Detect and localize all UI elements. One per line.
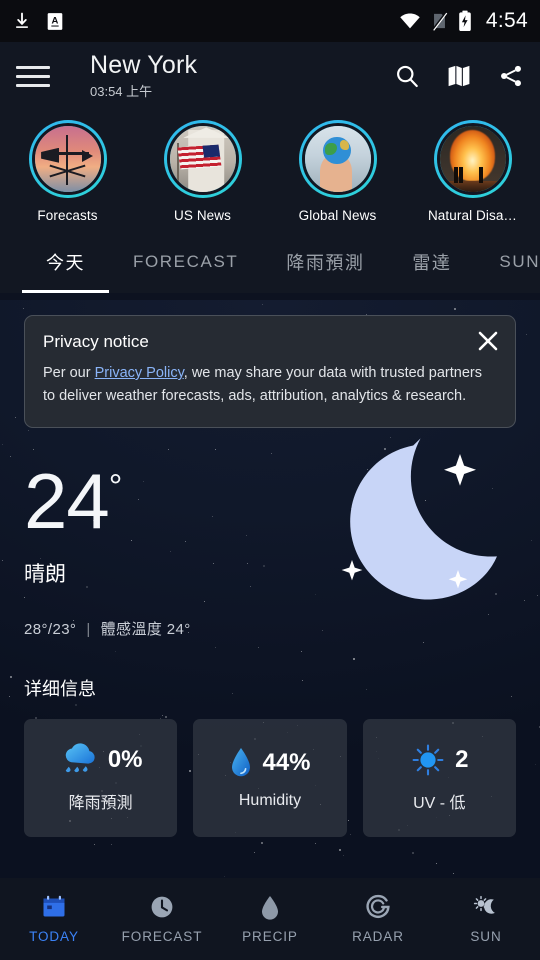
story-label: Forecasts (37, 208, 98, 223)
story-thumbnail (301, 123, 374, 195)
nav-label: TODAY (29, 929, 79, 944)
nav-item-today[interactable]: TODAY (0, 894, 108, 944)
status-bar-clock: 4:54 (485, 9, 528, 32)
close-icon[interactable] (475, 328, 501, 354)
detail-cards-row: 0% 降雨預測 44% Humidity 2 UV - 低 (24, 718, 516, 837)
weather-app-screen: A 4:54 New York 03:54 上午 Forecasts US Ne… (0, 0, 540, 960)
svg-text:A: A (52, 15, 59, 26)
privacy-notice-card: Privacy notice Per our Privacy Policy, w… (24, 315, 516, 428)
story-ring (298, 120, 377, 198)
nav-label: FORECAST (121, 929, 203, 944)
status-bar-left: A (12, 11, 64, 31)
weather-vane-sunset-image (34, 126, 101, 192)
current-temperature: 24 (24, 456, 110, 545)
story-ring (28, 120, 107, 198)
keyboard-indicator-icon: A (47, 12, 63, 30)
tab-strip: 今天 FORECAST 降雨預測 雷達 SUN (0, 231, 540, 293)
detail-card-precipitation[interactable]: 0% 降雨預測 (24, 718, 178, 837)
detail-card-uv[interactable]: 2 UV - 低 (362, 718, 516, 837)
story-label: Natural Disa… (427, 208, 518, 223)
rain-cloud-icon (65, 743, 95, 772)
feels-like: 體感溫度 24° (100, 620, 191, 638)
story-ring (163, 120, 242, 198)
high-low-temps: 28°/23° (24, 620, 77, 638)
uv-value: 2 (455, 745, 469, 773)
story-thumbnail (166, 123, 239, 195)
story-item-natural-disasters[interactable]: Natural Disa… (405, 120, 540, 223)
privacy-notice-title: Privacy notice (43, 332, 149, 351)
tab-precip[interactable]: 降雨預測 (262, 231, 388, 293)
nav-label: RADAR (352, 929, 404, 944)
humidity-value: 44% (262, 748, 311, 776)
hamburger-menu-icon[interactable] (16, 59, 50, 93)
calendar-icon (43, 895, 65, 917)
share-icon[interactable] (498, 63, 524, 89)
local-time: 03:54 上午 (90, 84, 153, 100)
precip-label: 降雨預測 (68, 794, 133, 812)
degree-symbol: ° (108, 467, 123, 506)
us-flag-building-image (169, 126, 236, 192)
search-icon[interactable] (394, 63, 420, 89)
story-item-global-news[interactable]: Global News (270, 120, 405, 223)
nav-label: PRECIP (242, 929, 298, 944)
wifi-icon (400, 13, 420, 29)
story-thumbnail (31, 123, 104, 195)
detail-card-humidity[interactable]: 44% Humidity (193, 718, 347, 837)
tab-sun[interactable]: SUN (475, 231, 540, 293)
nav-label: SUN (470, 929, 502, 944)
detail-card-top: 44% (229, 746, 311, 780)
bottom-navigation: TODAY FORECAST PRECIP RADAR SUN (0, 878, 540, 960)
crescent-moon-stars-icon (312, 428, 502, 608)
radar-icon (366, 894, 390, 919)
current-conditions: 24 ° 晴朗 28°/23° | 體感溫度 24° (0, 428, 540, 639)
story-item-us-news[interactable]: US News (135, 120, 270, 223)
moon-sun-icon (473, 895, 495, 914)
detail-card-top: 0% (59, 743, 143, 777)
no-sim-icon (432, 11, 448, 31)
status-bar-right: 4:54 (399, 9, 528, 33)
tab-radar[interactable]: 雷達 (388, 231, 475, 293)
tab-today[interactable]: 今天 (22, 231, 109, 293)
nav-item-forecast[interactable]: FORECAST (108, 894, 216, 944)
location-title-block[interactable]: New York 03:54 上午 (90, 52, 197, 100)
main-content: Privacy notice Per our Privacy Policy, w… (0, 315, 540, 837)
app-bar-actions (394, 63, 524, 89)
story-item-forecasts[interactable]: Forecasts (0, 120, 135, 223)
details-heading: 详细信息 (24, 678, 96, 699)
nav-item-sun[interactable]: SUN (432, 894, 540, 944)
nav-item-radar[interactable]: RADAR (324, 894, 432, 944)
privacy-body-pre: Per our (43, 365, 95, 381)
tab-forecast[interactable]: FORECAST (109, 231, 262, 293)
map-icon[interactable] (446, 63, 472, 89)
droplet-icon (262, 896, 278, 920)
story-ring (433, 120, 512, 198)
download-icon (16, 12, 28, 28)
high-low-feels-like: 28°/23° | 體感溫度 24° (24, 618, 516, 639)
clock-icon (151, 896, 173, 918)
status-bar: A 4:54 (0, 0, 540, 42)
battery-charging-icon (459, 10, 471, 31)
privacy-policy-link[interactable]: Privacy Policy (95, 365, 184, 381)
story-thumbnail (436, 123, 509, 195)
nav-item-precip[interactable]: PRECIP (216, 894, 324, 944)
stories-row: Forecasts US News Global News Natural Di… (0, 110, 540, 231)
story-label: US News (174, 208, 231, 223)
hand-holding-globe-image (304, 126, 371, 192)
water-drop-icon (232, 747, 251, 777)
sun-icon (412, 744, 444, 776)
page-title: New York (90, 50, 198, 79)
uv-label: UV - 低 (413, 794, 466, 812)
precip-value: 0% (107, 745, 143, 773)
separator: | (86, 620, 91, 638)
wildfire-blaze-image (439, 126, 506, 192)
detail-card-top: 2 (410, 743, 469, 777)
app-bar: New York 03:54 上午 (0, 42, 540, 110)
humidity-label: Humidity (238, 791, 302, 809)
story-label: Global News (298, 208, 377, 223)
privacy-notice-body: Per our Privacy Policy, we may share you… (43, 362, 483, 409)
